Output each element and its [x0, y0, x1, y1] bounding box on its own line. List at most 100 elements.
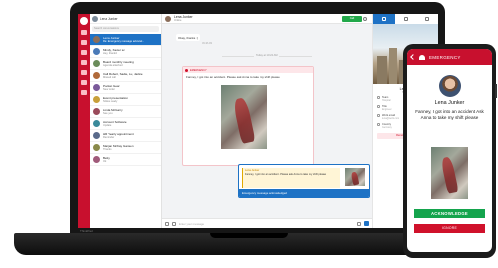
conversation-item[interactable]: Mindy, Xavier sc Hey, thanks! — [90, 46, 161, 58]
send-button[interactable] — [364, 221, 369, 226]
conversation-item[interactable]: Call Robert, Sadie, Lu, Jackie Missed cal… — [90, 70, 161, 82]
conversation-list: Lena Junker Search conversations Lena Ju… — [90, 14, 162, 228]
quoted-message: Lena Junker Fanney, I got into an accide… — [242, 168, 340, 188]
message-bubble: Okay, thanks :) — [176, 34, 200, 41]
acknowledged-reply-card[interactable]: Lena Junker Fanney, I got into an accide… — [238, 164, 370, 198]
acknowledge-button[interactable]: ACKNOWLEDGE — [414, 209, 485, 218]
emergency-label: EMERGENCY — [190, 68, 207, 72]
sender-name: Lena Junker — [434, 100, 465, 106]
info-icon — [381, 17, 386, 21]
emergency-text: Fanney, I got into an accident. Please a… — [186, 75, 280, 79]
emergency-text: Fanney, I got into an accident Ask Anna … — [415, 109, 484, 120]
date-divider-label: Today at 10:22 AM — [254, 54, 280, 57]
alert-icon — [185, 68, 188, 72]
conversation-item[interactable]: Marjan McKay Gansen Thanks — [90, 142, 161, 154]
conversation-item[interactable]: Event presentation Slides ready — [90, 94, 161, 106]
app-rail — [78, 14, 90, 228]
chat-panel: Lena Junker Online Call Okay, thanks :) … — [162, 14, 372, 228]
chat-header: Lena Junker Online Call — [162, 14, 372, 24]
conversation-preview: Thanks — [103, 148, 112, 151]
avatar — [93, 48, 100, 55]
conversation-item[interactable]: Betty Ok — [90, 154, 161, 166]
avatar — [93, 144, 100, 151]
avatar — [93, 156, 100, 163]
avatar — [93, 132, 100, 139]
detail-icon — [377, 123, 380, 126]
laptop-notch — [210, 233, 288, 238]
message-composer: Enter your message — [162, 218, 372, 228]
avatar — [93, 108, 100, 115]
avatar — [93, 60, 100, 67]
conversation-item[interactable]: Board monthly meeting Agenda attached — [90, 58, 161, 70]
calendar-icon[interactable] — [81, 40, 87, 45]
tab-info[interactable] — [373, 14, 395, 24]
conversation-preview: Agenda attached — [103, 64, 123, 67]
laptop-screen: Lena Junker Search conversations Lena Ju… — [78, 14, 438, 228]
phone-icon[interactable] — [81, 60, 87, 65]
avatar — [93, 96, 100, 103]
product-scene: ThinkPad Lena Junker Search conversation… — [0, 0, 498, 268]
quote-text: Fanney, I got into an accident. Please a… — [245, 173, 327, 176]
avatar — [93, 72, 100, 79]
chat-icon[interactable] — [81, 30, 87, 35]
phone-side-button — [495, 84, 497, 98]
message-input[interactable]: Enter your message — [179, 222, 354, 226]
tab-media[interactable] — [395, 14, 417, 24]
detail-icon — [377, 96, 380, 99]
conversation-item[interactable]: Lena Junker Re: Emergency message acknowl… — [90, 34, 161, 46]
emergency-title: EMERGENCY — [429, 54, 461, 60]
contacts-icon[interactable] — [81, 50, 87, 55]
convlist-title: Lena Junker — [100, 16, 118, 21]
call-button[interactable]: Call — [342, 16, 362, 22]
detail-value: Hospital — [382, 98, 391, 102]
detail-icon — [377, 114, 380, 117]
conversation-item[interactable]: HR Yearly appointment Reminder — [90, 130, 161, 142]
chat-status: Online — [174, 19, 182, 22]
phone-screen: EMERGENCY Lena Junker Fanney, I got into… — [407, 49, 492, 252]
conversation-preview: See you — [103, 112, 113, 115]
conversation-preview: Ok — [103, 160, 107, 163]
files-icon[interactable] — [81, 70, 87, 75]
smartphone-frame: EMERGENCY Lena Junker Fanney, I got into… — [403, 44, 497, 258]
ignore-button[interactable]: IGNORE — [414, 224, 485, 233]
conversation-item[interactable]: Account Software Update — [90, 118, 161, 130]
conversation-preview: Reminder — [103, 136, 115, 139]
files-icon — [425, 17, 430, 21]
search-input[interactable]: Search conversations — [92, 26, 159, 32]
avatar[interactable] — [92, 15, 98, 22]
tab-files[interactable] — [416, 14, 438, 24]
app-logo-icon[interactable] — [80, 17, 88, 25]
quote-thumbnail — [345, 168, 365, 186]
detail-value: Germany — [382, 125, 392, 129]
conversation-items: Lena Junker Re: Emergency message acknowl… — [90, 34, 161, 166]
conversation-item[interactable]: Linda McGarry See you — [90, 106, 161, 118]
convlist-header: Lena Junker — [90, 14, 161, 24]
mic-icon[interactable] — [357, 221, 361, 226]
avatar — [438, 75, 461, 97]
info-tabs — [373, 14, 438, 24]
accident-photo[interactable] — [221, 85, 267, 149]
groups-icon[interactable] — [81, 80, 87, 85]
conversation-preview: Update — [103, 124, 112, 127]
avatar — [93, 120, 100, 127]
detail-value: lena@work.com — [382, 116, 400, 120]
conversation-preview: Missed call — [103, 76, 116, 79]
laptop-brand: ThinkPad — [80, 229, 93, 233]
accident-photo[interactable] — [431, 147, 468, 199]
siren-icon — [419, 54, 425, 60]
attach-icon[interactable] — [172, 221, 176, 226]
conversation-preview: Re: Emergency message acknowl... — [103, 40, 145, 43]
avatar[interactable] — [165, 15, 171, 22]
info-icon[interactable] — [363, 17, 367, 21]
settings-icon[interactable] — [81, 90, 87, 95]
conversation-preview: New order — [103, 88, 115, 91]
emoji-icon[interactable] — [165, 221, 169, 226]
back-icon[interactable] — [410, 54, 416, 60]
conversation-item[interactable]: Pocket Gear New order — [90, 82, 161, 94]
ack-banner: Emergency message acknowledged — [239, 189, 369, 197]
emergency-header: EMERGENCY — [407, 49, 492, 65]
emergency-message-card[interactable]: EMERGENCY Fanney, I got into an accident… — [182, 66, 314, 166]
conversation-preview: Hey, thanks! — [103, 52, 118, 55]
avatar — [93, 84, 100, 91]
conversation-preview: Slides ready — [103, 100, 118, 103]
